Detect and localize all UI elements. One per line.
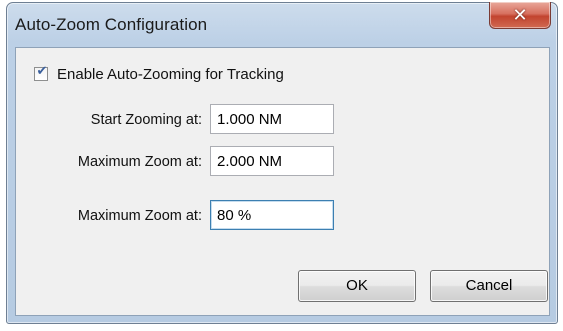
max-zoom-percent-label: Maximum Zoom at: [77,208,202,224]
cancel-button[interactable]: Cancel [430,270,548,302]
max-zoom-distance-input[interactable] [210,146,334,176]
checkmark-icon: ✔ [36,64,48,79]
max-zoom-percent-input[interactable] [210,200,334,230]
ok-button[interactable]: OK [298,270,416,302]
close-button[interactable]: ✕ [489,2,551,29]
dialog-body: ✔ Enable Auto-Zooming for Tracking Start… [15,47,550,316]
start-zoom-input[interactable] [210,104,334,134]
start-zoom-label: Start Zooming at: [90,112,202,128]
enable-auto-zoom-label: Enable Auto-Zooming for Tracking [57,65,284,83]
enable-auto-zoom-checkbox[interactable]: ✔ [34,64,48,81]
enable-auto-zoom-option[interactable]: ✔ Enable Auto-Zooming for Tracking [34,63,284,85]
dialog-title: Auto-Zoom Configuration [15,15,208,34]
title-bar[interactable]: Auto-Zoom Configuration ✕ [7,2,557,45]
close-icon: ✕ [512,5,528,26]
auto-zoom-dialog: Auto-Zoom Configuration ✕ ✔ Enable Auto-… [6,2,558,324]
max-zoom-distance-label: Maximum Zoom at: [77,154,202,170]
